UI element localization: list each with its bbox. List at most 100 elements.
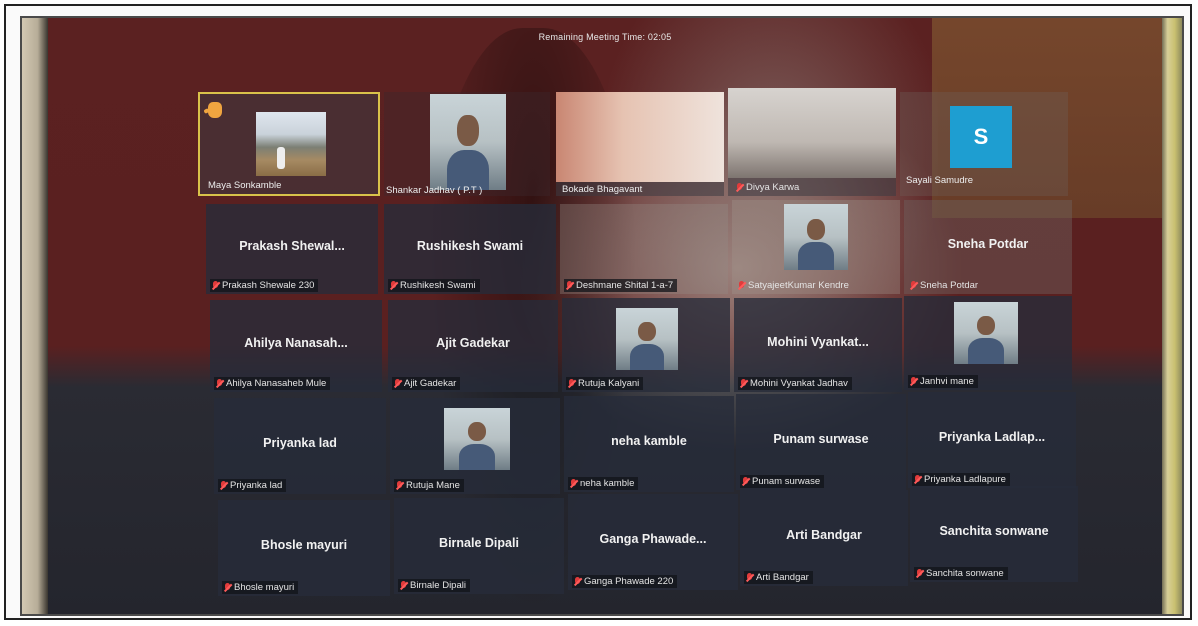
mic-muted-icon [740,379,747,388]
participant-name: Divya Karwa [746,182,800,193]
participant-name: Birnale Dipali [410,580,466,591]
participant-name: Sneha Potdar [920,280,979,291]
participant-name: Priyanka Ladlapure [924,474,1006,485]
participant-tile[interactable]: Sneha Potdar Sneha Potdar [904,200,1072,294]
participant-tile[interactable]: Ahilya Nanasah... Ahilya Nanasaheb Mule [210,300,382,392]
participant-tile[interactable]: neha kamble neha kamble [564,396,734,492]
meeting-screen: Remaining Meeting Time: 02:05 Maya Sonka… [48,18,1162,614]
participant-name: Punam surwase [752,476,821,487]
participant-display-name: Priyanka Ladlap... [938,430,1046,445]
participant-label: Deshmane Shital 1-a-7 [564,279,678,292]
participant-display-name: Sanchita sonwane [939,524,1049,539]
mic-muted-icon [568,379,575,388]
mic-muted-icon [910,281,917,290]
participant-name: Rutuja Kalyani [578,378,640,389]
participant-label: Priyanka lad [218,479,287,492]
mic-muted-icon [736,183,743,192]
participant-label: Divya Karwa [734,181,803,194]
participant-label: Birnale Dipali [398,579,470,592]
participant-tile[interactable]: Rutuja Kalyani [562,298,730,392]
participant-tile[interactable]: Mohini Vyankat... Mohini Vyankat Jadhav [734,298,902,392]
participant-label: Sanchita sonwane [914,567,1008,580]
participant-display-name: Rushikesh Swami [416,239,524,254]
participant-tile[interactable]: Deshmane Shital 1-a-7 [560,204,728,294]
participant-tile[interactable]: Prakash Shewal... Prakash Shewale 230 [206,204,378,294]
photographed-monitor: Remaining Meeting Time: 02:05 Maya Sonka… [20,16,1184,616]
participant-name: Rutuja Mane [406,480,460,491]
video-tile-bokade-bhagavant[interactable]: Bokade Bhagavant [556,92,724,196]
participant-tile[interactable]: Punam surwase Punam surwase [736,394,906,490]
participant-label: Sneha Potdar [908,279,982,292]
participant-tile[interactable]: Janhvi mane [904,296,1072,390]
video-tile-sayali-samudre[interactable]: S Sayali Samudre [900,92,1068,196]
participant-name: Ganga Phawade 220 [584,576,674,587]
participant-name: Priyanka lad [230,480,283,491]
video-tile-shankar-jadhav[interactable]: Shankar Jadhav ( P.T ) [384,92,550,196]
participant-tile[interactable]: SatyajeetKumar Kendre [732,200,900,294]
mic-muted-icon [914,475,921,484]
participant-video [556,92,724,182]
mic-muted-icon [742,477,749,486]
participant-display-name: Sneha Potdar [947,237,1029,252]
mic-muted-icon [216,379,223,388]
participant-display-name: Ahilya Nanasah... [244,336,348,351]
mic-muted-icon [916,569,923,578]
participant-video [256,112,326,176]
participant-label: SatyajeetKumar Kendre [736,279,853,292]
participant-label: Rushikesh Swami [388,279,480,292]
mic-muted-icon [396,481,403,490]
participant-name: neha kamble [580,478,635,489]
participant-name: Bhosle mayuri [234,582,295,593]
participant-display-name: Birnale Dipali [439,536,519,551]
photo-frame: Remaining Meeting Time: 02:05 Maya Sonka… [4,4,1192,620]
participant-label: Rutuja Mane [394,479,464,492]
participant-name: Shankar Jadhav ( P.T ) [386,185,483,196]
participant-tile[interactable]: Priyanka Ladlap... Priyanka Ladlapure [908,392,1076,488]
mic-muted-icon [746,573,753,582]
video-tile-maya-sonkamble[interactable]: Maya Sonkamble [198,92,380,196]
participant-tile[interactable]: Ganga Phawade... Ganga Phawade 220 [568,494,738,590]
mic-muted-icon [390,281,397,290]
participant-video [728,88,896,178]
participant-name: Sanchita sonwane [926,568,1004,579]
participant-display-name: Punam surwase [773,432,869,447]
participant-name: Sayali Samudre [906,175,974,186]
participant-tile[interactable]: Priyanka lad Priyanka lad [214,398,386,494]
participant-display-name: Priyanka lad [263,436,337,451]
mic-muted-icon [394,379,401,388]
participant-name: Arti Bandgar [756,572,809,583]
participant-tile[interactable]: Sanchita sonwane Sanchita sonwane [910,486,1078,582]
participant-display-name: Ajit Gadekar [436,336,510,351]
mic-muted-icon [220,481,227,490]
participant-video [954,302,1018,364]
participant-tile[interactable]: Bhosle mayuri Bhosle mayuri [218,500,390,596]
participant-tile[interactable]: Rushikesh Swami Rushikesh Swami [384,204,556,294]
participant-label: neha kamble [568,477,639,490]
participant-video [444,408,510,470]
mic-muted-icon [738,281,745,290]
participant-tile[interactable]: Birnale Dipali Birnale Dipali [394,498,564,594]
participant-display-name: Prakash Shewal... [239,239,345,254]
video-tile-divya-karwa[interactable]: Divya Karwa [728,88,896,196]
participant-name: Janhvi mane [920,376,974,387]
mic-muted-icon [400,581,407,590]
participant-name: SatyajeetKumar Kendre [748,280,849,291]
participant-name: Maya Sonkamble [208,180,282,191]
remaining-time-banner: Remaining Meeting Time: 02:05 [538,32,672,42]
participant-name: Prakash Shewale 230 [222,280,315,291]
participant-label: Punam surwase [740,475,825,488]
participant-name: Mohini Vyankat Jadhav [750,378,848,389]
participant-label: Ajit Gadekar [392,377,461,390]
participant-label: Ahilya Nanasaheb Mule [214,377,331,390]
participant-display-name: Ganga Phawade... [599,532,707,547]
participant-name: Deshmane Shital 1-a-7 [576,280,674,291]
participant-tile[interactable]: Arti Bandgar Arti Bandgar [740,490,908,586]
participant-display-name: neha kamble [611,434,687,449]
participant-tile[interactable]: Ajit Gadekar Ajit Gadekar [388,300,558,392]
raised-hand-icon [208,102,222,118]
participant-name: Ajit Gadekar [404,378,457,389]
mic-muted-icon [910,377,917,386]
participant-video [430,94,506,190]
mic-muted-icon [566,281,573,290]
participant-tile[interactable]: Rutuja Mane [390,398,560,494]
